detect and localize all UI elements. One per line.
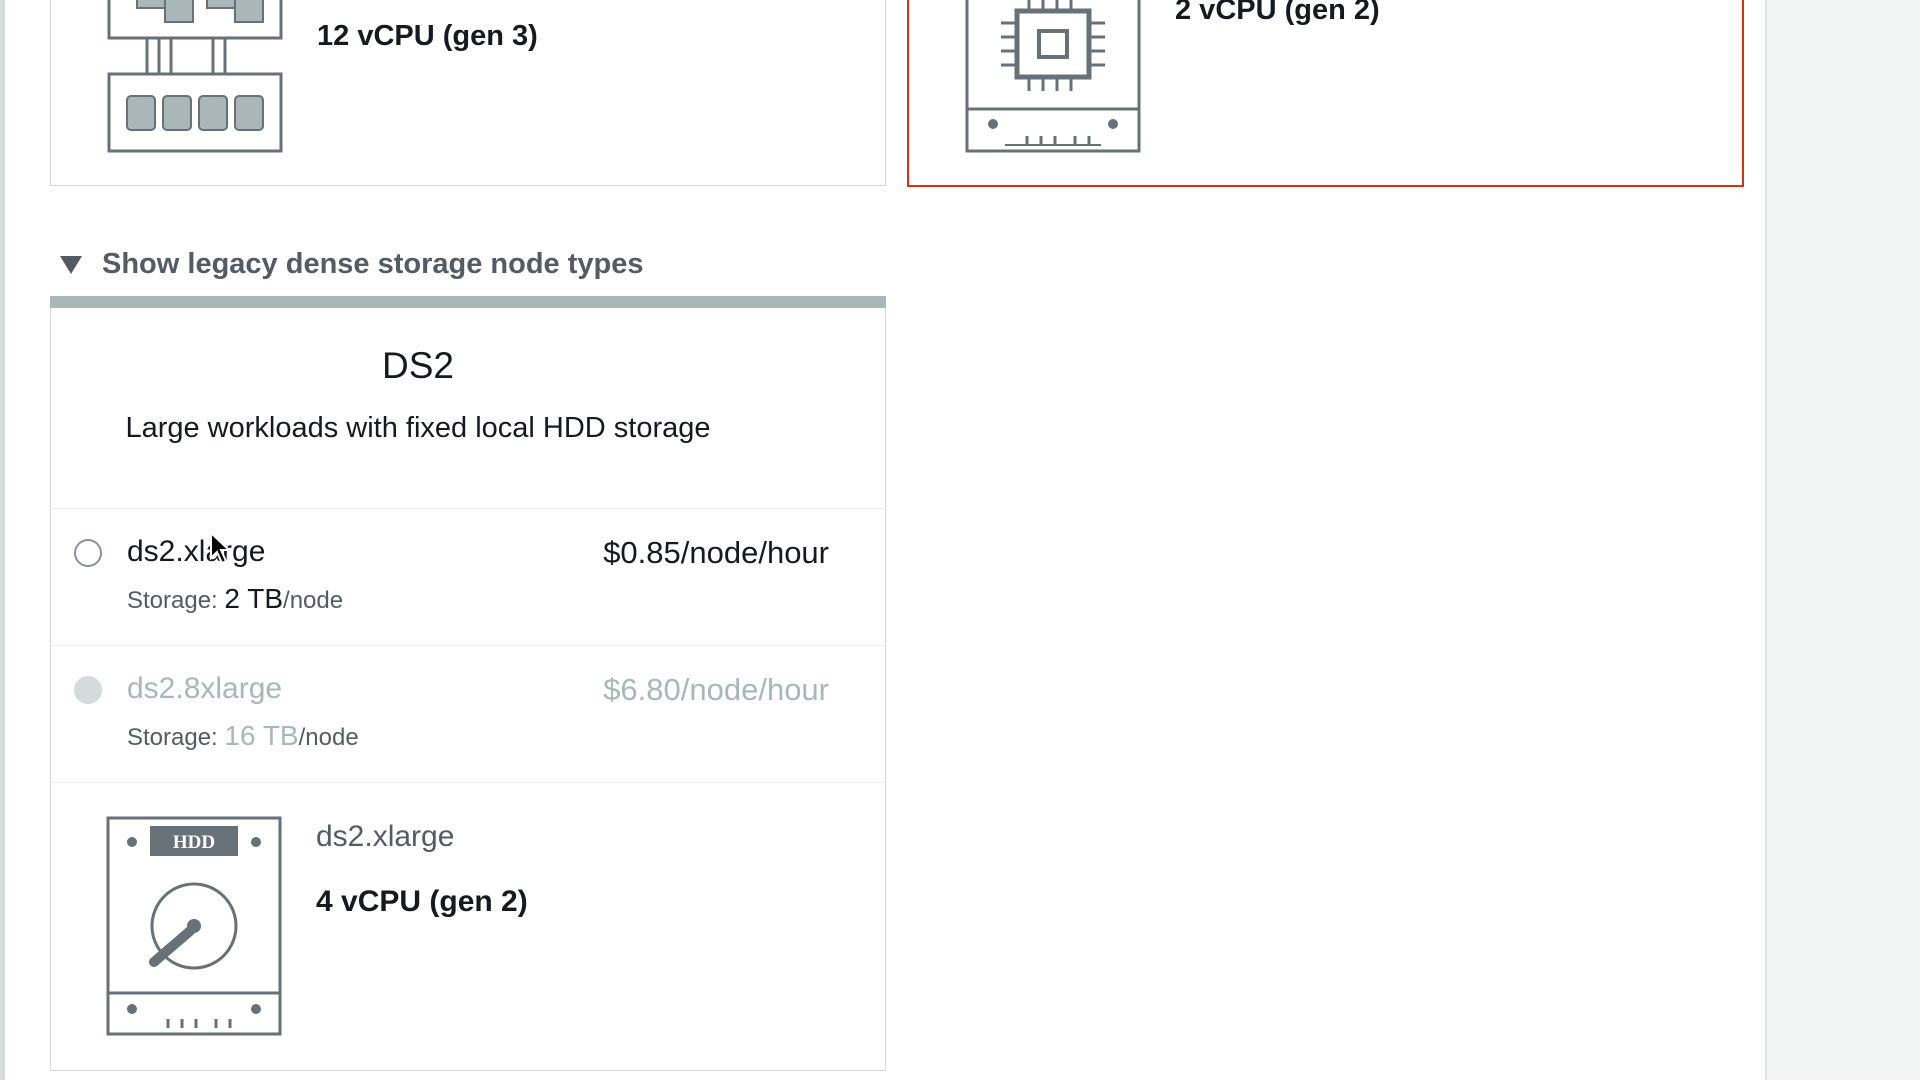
- storage-value: 16 TB: [224, 720, 299, 751]
- cpu-label: 2 vCPU (gen 2): [1175, 0, 1380, 26]
- node-option-ds2-8xlarge[interactable]: ds2.8xlarge $6.80/node/hour Storage: 16 …: [51, 645, 885, 782]
- node-type-card-selected[interactable]: 2 vCPU (gen 2): [907, 0, 1744, 187]
- storage-value: 2 TB: [224, 583, 284, 614]
- radio-button[interactable]: [74, 676, 102, 704]
- option-storage: Storage: 16 TB/node: [127, 720, 359, 752]
- hdd-icon: HDD: [106, 816, 282, 1036]
- mouse-cursor-icon: [210, 531, 232, 565]
- option-name: ds2.8xlarge: [127, 672, 283, 705]
- hdd-badge: HDD: [173, 832, 215, 853]
- show-legacy-node-types-toggle[interactable]: Show legacy dense storage node types: [60, 248, 644, 281]
- option-price: $0.85/node/hour: [603, 535, 829, 570]
- option-storage: Storage: 2 TB/node: [127, 583, 343, 615]
- window-left-border: [0, 0, 5, 1080]
- ra3-node-icon: [107, 0, 283, 153]
- card-description: Large workloads with fixed local HDD sto…: [125, 412, 711, 444]
- node-option-ds2-xlarge[interactable]: ds2.xlarge $0.85/node/hour Storage: 2 TB…: [51, 508, 885, 645]
- node-name: ds2.xlarge: [316, 820, 455, 853]
- storage-label: Storage:: [127, 587, 218, 614]
- storage-label: Storage:: [127, 724, 218, 751]
- radio-button[interactable]: [74, 539, 102, 567]
- storage-unit: /node: [283, 587, 344, 614]
- option-price: $6.80/node/hour: [603, 672, 829, 707]
- divider: [51, 782, 885, 783]
- cpu-label: 12 vCPU (gen 3): [317, 20, 538, 52]
- card-header-bar: [50, 296, 886, 308]
- node-type-card-ra3[interactable]: 12 vCPU (gen 3): [50, 0, 886, 186]
- right-gutter: [1767, 0, 1920, 1080]
- caret-down-icon: [60, 255, 82, 274]
- card-title: DS2: [382, 345, 454, 386]
- storage-unit: /node: [298, 724, 359, 751]
- option-name: ds2.xlarge: [127, 535, 266, 568]
- cpu-chip-icon: [965, 0, 1141, 153]
- toggle-label: Show legacy dense storage node types: [102, 248, 644, 280]
- node-cpu: 4 vCPU (gen 2): [316, 885, 528, 918]
